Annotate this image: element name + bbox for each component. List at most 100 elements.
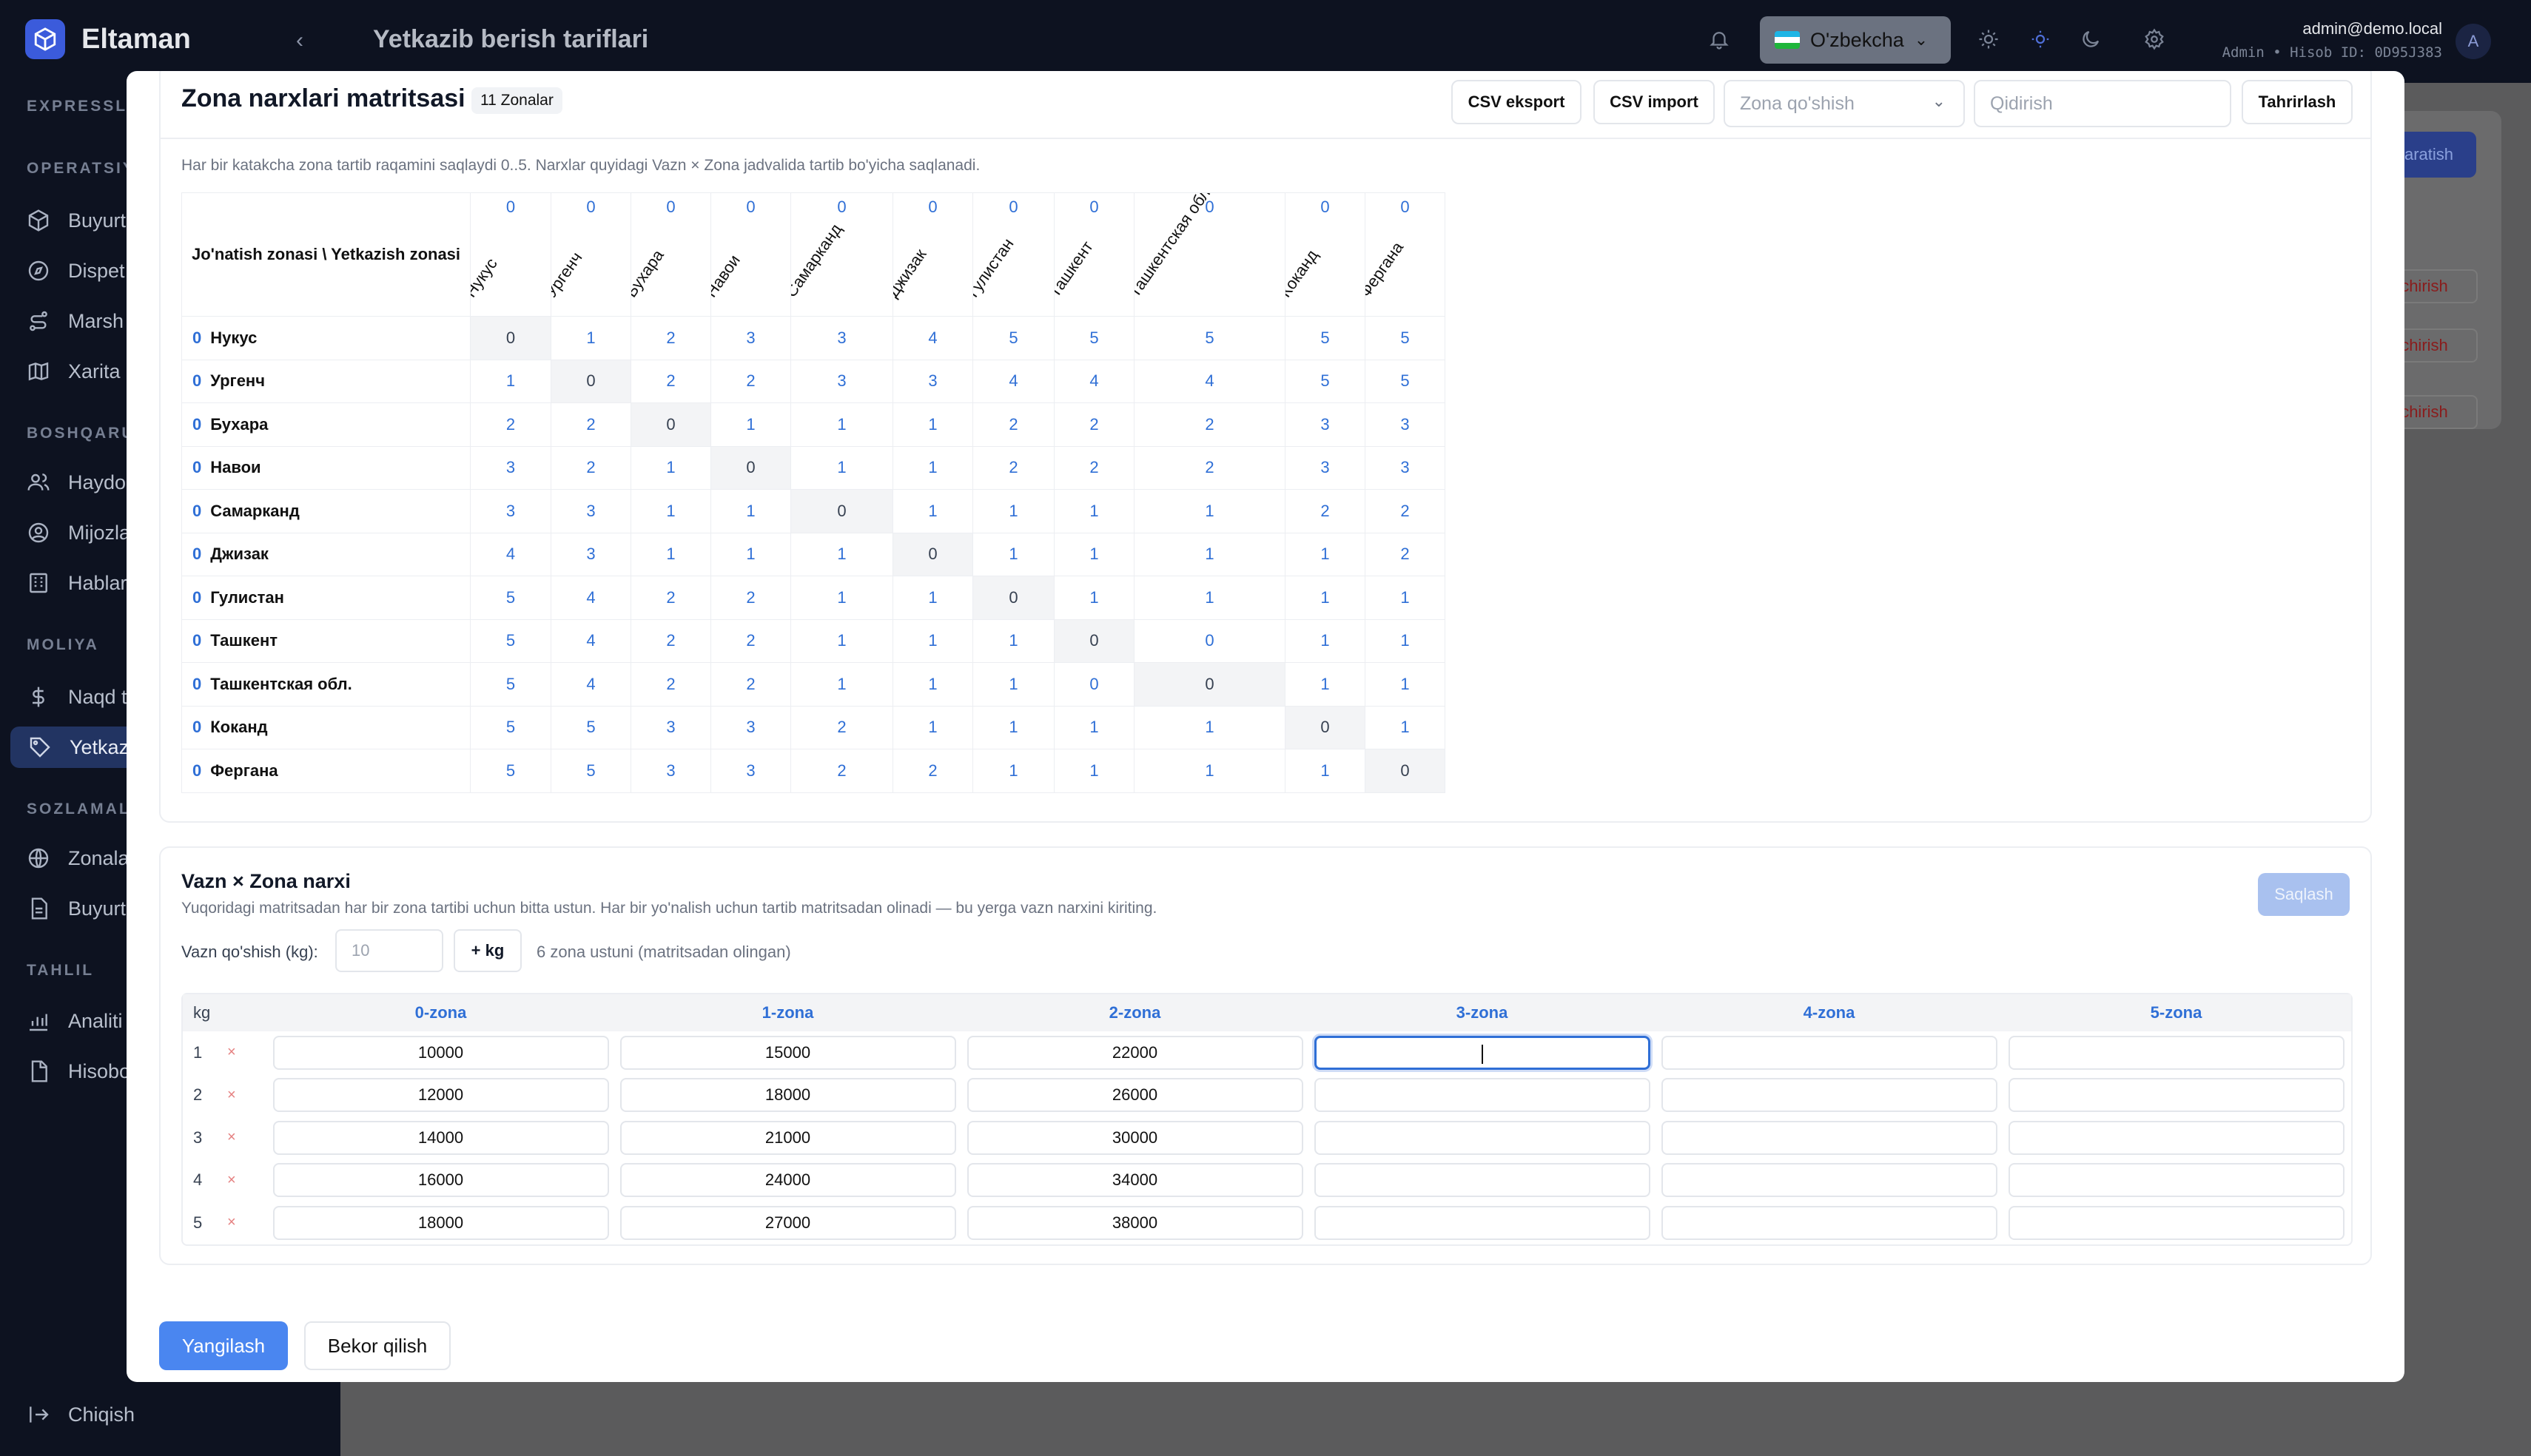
matrix-cell[interactable]: 3 (1285, 445, 1365, 490)
matrix-cell[interactable]: 0 (1134, 619, 1285, 663)
matrix-cell[interactable]: 0 (1054, 662, 1135, 707)
matrix-cell[interactable]: 1 (972, 619, 1055, 663)
brand[interactable]: Eltaman (25, 19, 191, 59)
matrix-cell[interactable]: 1 (893, 705, 973, 749)
matrix-cell[interactable]: 1 (893, 662, 973, 707)
matrix-cell[interactable]: 1 (1285, 576, 1365, 620)
matrix-cell[interactable]: 2 (710, 619, 791, 663)
price-input[interactable]: 18000 (272, 1205, 609, 1240)
price-input[interactable]: 27000 (619, 1205, 956, 1240)
price-input[interactable] (2008, 1120, 2345, 1155)
price-input[interactable]: 21000 (619, 1120, 956, 1155)
matrix-cell[interactable]: 1 (1134, 532, 1285, 576)
remove-row-icon[interactable]: × (227, 1044, 267, 1061)
matrix-cell[interactable]: 2 (1134, 445, 1285, 490)
price-input[interactable]: 12000 (272, 1078, 609, 1113)
bell-icon[interactable] (1708, 28, 1730, 55)
matrix-cell[interactable]: 2 (1285, 489, 1365, 533)
matrix-cell[interactable]: 1 (893, 576, 973, 620)
matrix-cell[interactable]: 1 (893, 445, 973, 490)
matrix-cell[interactable]: 3 (631, 749, 711, 793)
matrix-cell[interactable]: 3 (551, 489, 631, 533)
price-input[interactable]: 18000 (619, 1078, 956, 1113)
matrix-cell[interactable]: 2 (631, 316, 711, 360)
price-input[interactable]: 22000 (967, 1035, 1303, 1070)
matrix-cell[interactable]: 3 (470, 489, 551, 533)
matrix-cell[interactable]: 2 (790, 749, 893, 793)
matrix-cell[interactable]: 1 (1285, 749, 1365, 793)
chevron-left-icon[interactable]: ‹ (287, 28, 312, 53)
matrix-cell[interactable]: 2 (631, 619, 711, 663)
matrix-cell[interactable]: 1 (1365, 619, 1445, 663)
csv-import-button[interactable]: CSV import (1593, 80, 1715, 124)
logout-button[interactable]: Chiqish (27, 1394, 337, 1435)
add-zone-select[interactable]: Zona qo'shish ⌄ (1724, 80, 1965, 127)
matrix-cell[interactable]: 1 (972, 489, 1055, 533)
matrix-cell[interactable]: 2 (972, 445, 1055, 490)
matrix-cell[interactable]: 1 (710, 532, 791, 576)
price-input[interactable] (1661, 1205, 1997, 1240)
price-input[interactable]: 34000 (967, 1163, 1303, 1198)
avatar[interactable]: A (2456, 24, 2491, 59)
matrix-cell[interactable]: 3 (710, 705, 791, 749)
price-input[interactable]: 15000 (619, 1035, 956, 1070)
matrix-cell[interactable]: 1 (1054, 576, 1135, 620)
matrix-cell[interactable]: 1 (1365, 705, 1445, 749)
matrix-cell[interactable]: 0 (893, 532, 973, 576)
matrix-cell[interactable]: 2 (1054, 402, 1135, 447)
matrix-cell[interactable]: 4 (470, 532, 551, 576)
matrix-cell[interactable]: 5 (470, 705, 551, 749)
price-input[interactable] (1314, 1205, 1650, 1240)
matrix-cell[interactable]: 0 (551, 359, 631, 403)
matrix-cell[interactable]: 1 (790, 402, 893, 447)
save-button[interactable]: Saqlash (2258, 873, 2350, 916)
matrix-cell[interactable]: 0 (790, 489, 893, 533)
matrix-cell[interactable]: 1 (1134, 489, 1285, 533)
moon-icon[interactable] (2080, 28, 2102, 55)
matrix-cell[interactable]: 1 (790, 619, 893, 663)
matrix-cell[interactable]: 2 (1365, 489, 1445, 533)
matrix-cell[interactable]: 3 (790, 359, 893, 403)
matrix-cell[interactable]: 2 (710, 576, 791, 620)
matrix-cell[interactable]: 3 (1285, 402, 1365, 447)
matrix-cell[interactable]: 1 (972, 662, 1055, 707)
price-input[interactable] (1661, 1163, 1997, 1198)
matrix-cell[interactable]: 1 (790, 576, 893, 620)
price-input[interactable] (2008, 1078, 2345, 1113)
matrix-cell[interactable]: 1 (972, 749, 1055, 793)
price-input[interactable]: 10000 (272, 1035, 609, 1070)
matrix-cell[interactable]: 3 (790, 316, 893, 360)
matrix-cell[interactable]: 4 (1054, 359, 1135, 403)
matrix-cell[interactable]: 1 (631, 489, 711, 533)
matrix-cell[interactable]: 3 (631, 705, 711, 749)
matrix-cell[interactable]: 1 (1285, 619, 1365, 663)
matrix-cell[interactable]: 1 (1054, 532, 1135, 576)
matrix-cell[interactable]: 1 (1365, 576, 1445, 620)
matrix-cell[interactable]: 4 (551, 662, 631, 707)
matrix-cell[interactable]: 5 (470, 619, 551, 663)
matrix-cell[interactable]: 5 (551, 749, 631, 793)
matrix-cell[interactable]: 2 (893, 749, 973, 793)
add-weight-input[interactable]: 10 (335, 929, 443, 972)
sun-icon[interactable] (1977, 28, 2000, 55)
matrix-cell[interactable]: 2 (470, 402, 551, 447)
price-input[interactable] (2008, 1205, 2345, 1240)
matrix-cell[interactable]: 5 (1285, 316, 1365, 360)
matrix-cell[interactable]: 1 (1285, 532, 1365, 576)
matrix-cell[interactable]: 1 (893, 619, 973, 663)
price-input[interactable] (1314, 1163, 1650, 1198)
remove-row-icon[interactable]: × (227, 1172, 267, 1189)
matrix-cell[interactable]: 1 (790, 662, 893, 707)
matrix-cell[interactable]: 2 (972, 402, 1055, 447)
matrix-cell[interactable]: 1 (631, 532, 711, 576)
price-input[interactable]: 14000 (272, 1120, 609, 1155)
matrix-cell[interactable]: 2 (1134, 402, 1285, 447)
matrix-cell[interactable]: 4 (1134, 359, 1285, 403)
price-input[interactable]: 24000 (619, 1163, 956, 1198)
matrix-cell[interactable]: 1 (1054, 705, 1135, 749)
language-select[interactable]: O'zbekcha ⌄ (1760, 16, 1951, 64)
remove-row-icon[interactable]: × (227, 1087, 267, 1104)
matrix-cell[interactable]: 1 (893, 402, 973, 447)
matrix-cell[interactable]: 5 (551, 705, 631, 749)
matrix-cell[interactable]: 1 (1054, 749, 1135, 793)
